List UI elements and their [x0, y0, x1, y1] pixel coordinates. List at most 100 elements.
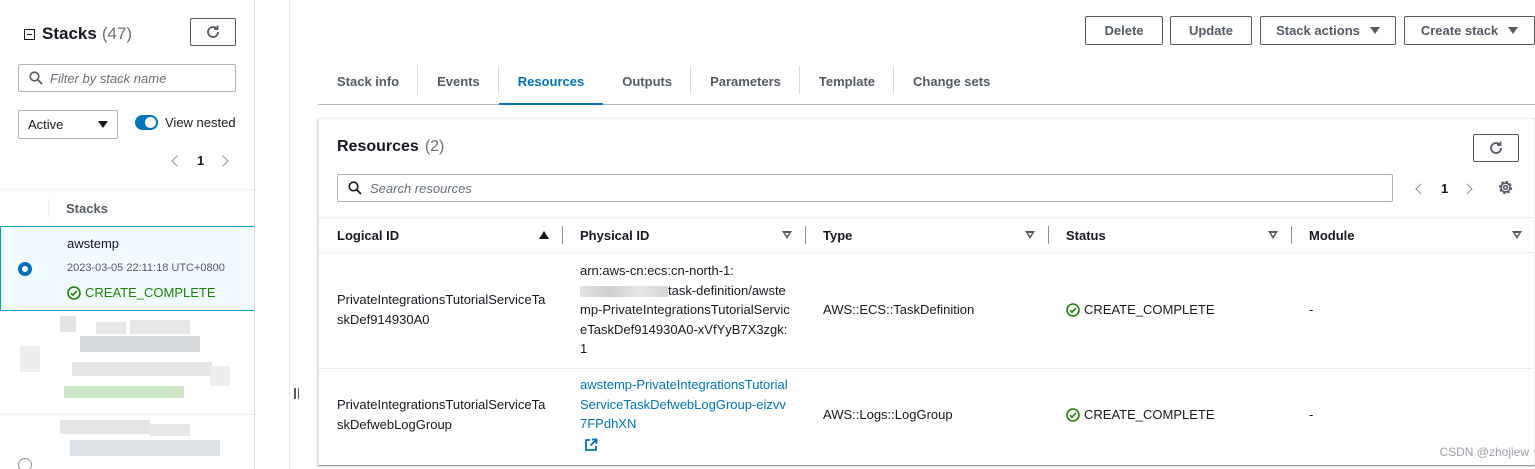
- tab-template[interactable]: Template: [800, 58, 895, 104]
- stacks-refresh-button[interactable]: [190, 18, 236, 46]
- tab-label: Events: [437, 73, 480, 89]
- status-filter-select[interactable]: Active: [18, 110, 118, 139]
- column-module[interactable]: Module: [1309, 218, 1355, 252]
- sort-icon[interactable]: [1512, 231, 1522, 239]
- column-status[interactable]: Status: [1066, 218, 1106, 252]
- stack-created-date: 2023-03-05 22:11:18 UTC+0800: [67, 262, 225, 274]
- panel-splitter[interactable]: [289, 0, 290, 469]
- prev-page-icon[interactable]: [1415, 182, 1427, 195]
- tab-label: Resources: [517, 73, 585, 89]
- sort-icon[interactable]: [1025, 231, 1035, 239]
- resources-search-input[interactable]: Search resources: [337, 174, 1393, 202]
- tab-parameters[interactable]: Parameters: [691, 58, 800, 104]
- tab-stack-info[interactable]: Stack info: [318, 58, 419, 104]
- column-label: Type: [823, 227, 853, 243]
- column-label: Module: [1309, 227, 1355, 243]
- tab-label: Outputs: [622, 73, 673, 89]
- success-icon: [1066, 407, 1080, 422]
- resources-pagination: 1: [1415, 181, 1473, 196]
- next-page-icon[interactable]: [1461, 182, 1473, 195]
- logical-id-cell: PrivateIntegrationsTutorialServiceTaskDe…: [337, 292, 546, 327]
- settings-gear-icon[interactable]: [1497, 179, 1514, 196]
- stack-name: awstemp: [67, 236, 120, 251]
- tab-label: Change sets: [913, 73, 991, 89]
- type-cell: AWS::ECS::TaskDefinition: [823, 302, 975, 317]
- resources-count: (2): [424, 138, 445, 155]
- stack-filter-input[interactable]: Filter by stack name: [18, 64, 236, 92]
- redacted-block: [150, 424, 190, 436]
- update-button-label: Update: [1188, 23, 1234, 38]
- status-cell: CREATE_COMPLETE: [1066, 300, 1215, 320]
- update-button[interactable]: Update: [1170, 16, 1252, 45]
- module-cell: -: [1309, 302, 1314, 317]
- prev-page-icon[interactable]: [171, 154, 183, 167]
- drag-handle-icon[interactable]: [294, 388, 299, 399]
- column-divider[interactable]: [1048, 226, 1049, 244]
- column-divider[interactable]: [805, 226, 806, 244]
- column-divider[interactable]: [1291, 226, 1292, 244]
- column-label: Status: [1066, 227, 1106, 243]
- resources-search-placeholder: Search resources: [370, 180, 472, 196]
- physical-id-link[interactable]: awstemp-PrivateIntegrationsTutorialServi…: [580, 377, 788, 431]
- stacks-column-header: Stacks: [0, 190, 254, 226]
- stack-radio-selected[interactable]: [18, 262, 32, 276]
- physical-id-cell: arn:aws-cn:ecs:cn-north-1:task-definitio…: [580, 261, 790, 359]
- tab-label: Stack info: [337, 73, 400, 89]
- physical-id-cell: awstemp-PrivateIntegrationsTutorialServi…: [580, 375, 790, 452]
- stack-actions-button[interactable]: Stack actions: [1260, 16, 1396, 45]
- view-nested-toggle[interactable]: [135, 115, 158, 130]
- divider: [0, 414, 254, 415]
- type-cell: AWS::Logs::LogGroup: [823, 407, 953, 422]
- tab-label: Template: [818, 73, 876, 89]
- sort-icon[interactable]: [1268, 231, 1278, 239]
- status-filter-value: Active: [28, 117, 64, 132]
- tab-change-sets[interactable]: Change sets: [894, 58, 1009, 104]
- delete-button-label: Delete: [1104, 23, 1144, 38]
- sort-ascending-icon[interactable]: [539, 231, 549, 239]
- status-label: CREATE_COMPLETE: [1084, 302, 1215, 317]
- stacks-title: Stacks: [42, 24, 97, 43]
- resources-refresh-button[interactable]: [1473, 134, 1519, 162]
- column-physical-id[interactable]: Physical ID: [580, 218, 649, 252]
- stack-tabs: Stack info Events Resources Outputs Para…: [318, 58, 1535, 105]
- stack-radio[interactable]: [18, 458, 32, 469]
- status-label: CREATE_COMPLETE: [1084, 407, 1215, 422]
- create-stack-button[interactable]: Create stack: [1404, 16, 1535, 45]
- sort-icon[interactable]: [782, 231, 792, 239]
- stack-filter-placeholder: Filter by stack name: [50, 70, 167, 86]
- stacks-count: (47): [101, 24, 133, 43]
- redacted-account-id: [580, 285, 668, 297]
- column-logical-id[interactable]: Logical ID: [337, 218, 399, 252]
- column-label: Logical ID: [337, 227, 400, 243]
- delete-button[interactable]: Delete: [1085, 16, 1163, 45]
- success-icon: [67, 285, 81, 300]
- collapse-icon[interactable]: [24, 28, 35, 40]
- module-cell: -: [1309, 407, 1314, 422]
- stacks-page-number[interactable]: 1: [197, 153, 204, 168]
- column-type[interactable]: Type: [823, 218, 852, 252]
- refresh-icon: [1490, 141, 1502, 154]
- tab-resources[interactable]: Resources: [498, 58, 604, 105]
- next-page-icon[interactable]: [217, 154, 229, 167]
- search-icon: [348, 181, 362, 195]
- tab-outputs[interactable]: Outputs: [603, 58, 692, 104]
- search-icon: [29, 71, 43, 85]
- tab-events[interactable]: Events: [418, 58, 499, 104]
- external-link-icon[interactable]: [584, 438, 598, 452]
- redacted-block: [20, 346, 40, 372]
- resources-title: Resources: [337, 138, 419, 155]
- redacted-block: [130, 320, 190, 334]
- stacks-panel: Stacks (47) Filter by stack name Active …: [0, 0, 255, 469]
- stacks-pagination: 1: [171, 153, 229, 168]
- stack-actions-label: Stack actions: [1276, 23, 1360, 38]
- chevron-down-icon: [1508, 27, 1519, 34]
- column-divider: [48, 199, 49, 217]
- stack-item-selected[interactable]: awstemp 2023-03-05 22:11:18 UTC+0800 CRE…: [0, 226, 254, 311]
- resources-page-number[interactable]: 1: [1441, 181, 1448, 196]
- tab-label: Parameters: [710, 73, 781, 89]
- chevron-down-icon: [1369, 27, 1380, 34]
- resources-panel: Resources (2) Search resources 1 Logical…: [318, 118, 1535, 465]
- redacted-block: [60, 420, 150, 434]
- column-divider[interactable]: [562, 226, 563, 244]
- stack-status: CREATE_COMPLETE: [67, 285, 216, 300]
